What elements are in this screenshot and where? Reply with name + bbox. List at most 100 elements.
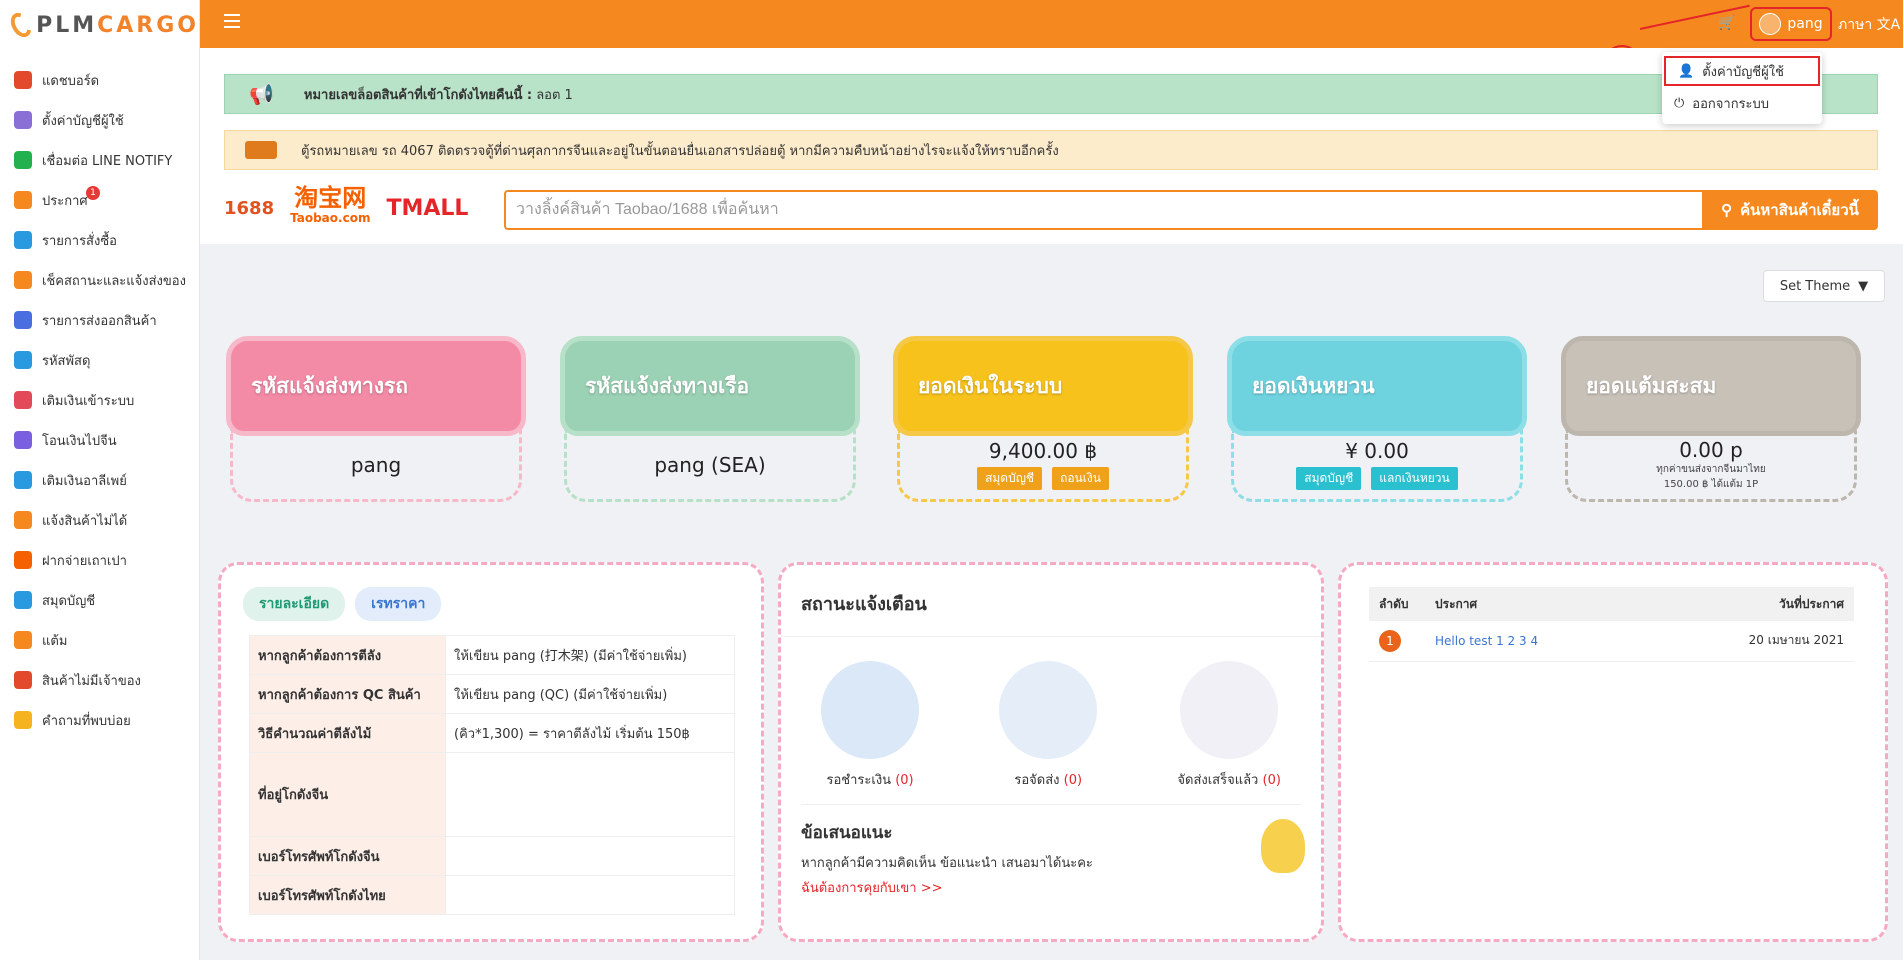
search-button[interactable]: ⚲ ค้นหาสินค้าเดี๋ยวนี้ (1702, 190, 1878, 230)
card-banner: ยอดเงินหยวน (1227, 336, 1527, 436)
sidebar-item-0[interactable]: แดชบอร์ด (0, 60, 199, 100)
sidebar-item-1[interactable]: ตั้งค่าบัญชีผู้ใช้ (0, 100, 199, 140)
suggest-title: ข้อเสนอแนะ (801, 823, 893, 843)
status-title: สถานะแจ้งเตือน (801, 594, 927, 615)
card-illustration (1084, 333, 1184, 433)
sidebar-item-label: สมุดบัญชี (42, 593, 96, 609)
line-icon (14, 151, 32, 169)
account-settings-item[interactable]: 👤 ตั้งค่าบัญชีผู้ใช้ (1664, 56, 1820, 86)
language-button[interactable]: ภาษา 文A (1838, 14, 1900, 36)
card-body: 0.00 p ทุกค่าขนส่งจากจีนมาไทย 150.00 ฿ ได้… (1565, 430, 1857, 502)
suggest-link[interactable]: ฉันต้องการคุยกับเขา >> (801, 877, 1321, 898)
sidebar-item-16[interactable]: คำถามที่พบบ่อย (0, 700, 199, 740)
sidebar-item-label: ฝากจ่ายเถาเปา (42, 553, 127, 569)
coin-icon (14, 631, 32, 649)
card-btn-book[interactable]: สมุดบัญชี (1296, 467, 1362, 490)
brand-1688[interactable]: 1688 (224, 198, 274, 219)
set-theme-button[interactable]: Set Theme ▼ (1763, 270, 1885, 302)
sidebar-item-label: โอนเงินไปจีน (42, 433, 117, 449)
detail-value (445, 752, 735, 837)
news-date: 20 เมษายน 2021 (1646, 621, 1854, 662)
caret-down-icon: ▼ (1858, 278, 1869, 294)
search-input[interactable] (504, 190, 1702, 230)
sidebar-item-6[interactable]: รายการส่งออกสินค้า (0, 300, 199, 340)
sidebar-item-5[interactable]: เช็คสถานะและแจ้งส่งของ (0, 260, 199, 300)
detail-value: ให้เขียน pang (QC) (มีค่าใช้จ่ายเพิ่ม) (445, 674, 735, 714)
sidebar-item-13[interactable]: สมุดบัญชี (0, 580, 199, 620)
sidebar-item-label: รหัสพัสดุ (42, 353, 91, 369)
sidebar-item-7[interactable]: รหัสพัสดุ (0, 340, 199, 380)
taobao-icon (14, 551, 32, 569)
sidebar-item-11[interactable]: แจ้งสินค้าไม่ได้ (0, 500, 199, 540)
sidebar-item-10[interactable]: เติมเงินอาลีเพย์ (0, 460, 199, 500)
status-item-2[interactable]: จัดส่งเสร็จแล้ว (0) (1177, 661, 1281, 790)
sidebar-item-label: แจ้งสินค้าไม่ได้ (42, 513, 128, 529)
status-illustration (1180, 661, 1279, 759)
news-link[interactable]: Hello test 1 2 3 4 (1425, 621, 1647, 662)
sidebar-item-4[interactable]: รายการสั่งซื้อ (0, 220, 199, 260)
col-title: ประกาศ (1425, 587, 1647, 621)
cart-icon[interactable]: 🛒 (1718, 15, 1735, 31)
username: pang (1787, 16, 1823, 32)
card-value: pang (350, 452, 402, 477)
table-row[interactable]: 1 Hello test 1 2 3 4 20 เมษายน 2021 (1369, 621, 1854, 662)
sidebar-item-label: เติมเงินเข้าระบบ (42, 393, 135, 409)
user-settings-icon (14, 111, 32, 129)
card-btn-action[interactable]: ถอนเงิน (1052, 467, 1109, 490)
sidebar-item-15[interactable]: สินค้าไม่มีเจ้าของ (0, 660, 199, 700)
sidebar-item-8[interactable]: เติมเงินเข้าระบบ (0, 380, 199, 420)
header-section: 📢 หมายเลขล็อตสินค้าที่เข้าโกดังไทยคืนนี้… (200, 48, 1903, 244)
card-btn-book[interactable]: สมุดบัญชี (977, 467, 1043, 490)
book-icon (14, 591, 32, 609)
detail-key: เบอร์โทรศัพท์โกดังจีน (249, 836, 446, 876)
card-note: ทุกค่าขนส่งจากจีนมาไทย 150.00 ฿ ได้แต้ม 1… (1656, 463, 1766, 490)
summary-card-3: ยอดเงินหยวน ¥ 0.00 สมุดบัญชี แลกเงินหยวน (1227, 330, 1527, 506)
status-item-0[interactable]: รอชำระเงิน (0) (821, 661, 920, 790)
detail-row: ที่อยู่โกดังจีน (249, 752, 735, 837)
brand-tmall[interactable]: TMALL (386, 196, 468, 221)
card-btn-action[interactable]: แลกเงินหยวน (1371, 467, 1458, 490)
sidebar-item-2[interactable]: เชื่อมต่อ LINE NOTIFY (0, 140, 199, 180)
menu-toggle-icon[interactable] (224, 14, 240, 28)
notification-badge: 1 (86, 186, 100, 200)
brand-taobao[interactable]: 淘宝网 Taobao.com (290, 186, 370, 228)
detail-value (445, 875, 735, 915)
detail-row: เบอร์โทรศัพท์โกดังไทย (249, 875, 735, 915)
user-menu-button[interactable]: pang (1750, 7, 1832, 41)
brand-logos: 1688 淘宝网 Taobao.com TMALL (224, 186, 468, 228)
status-row: รอชำระเงิน (0) รอจัดส่ง (0) จัดส่งเสร็จแล้… (781, 661, 1321, 790)
megaphone-icon (14, 191, 32, 209)
card-banner: รหัสแจ้งส่งทางรถ (226, 336, 526, 436)
logo[interactable]: PLMCARGO (0, 0, 199, 50)
detail-key: หากลูกค้าต้องการ QC สินค้า (249, 674, 446, 714)
megaphone-icon: 📢 (249, 82, 274, 106)
sidebar-item-9[interactable]: โอนเงินไปจีน (0, 420, 199, 460)
summary-card-2: ยอดเงินในระบบ 9,400.00 ฿สมุดบัญชี ถอนเงิน (893, 330, 1193, 506)
card-body: pang (230, 430, 522, 502)
tab-rates[interactable]: เรทราคา (355, 587, 442, 621)
warning-icon (14, 511, 32, 529)
sidebar-item-label: เชื่อมต่อ LINE NOTIFY (42, 153, 173, 169)
logout-item[interactable]: ⏻ ออกจากระบบ (1662, 86, 1822, 120)
sidebar-item-label: เติมเงินอาลีเพย์ (42, 473, 127, 489)
question-icon (14, 711, 32, 729)
avatar (1759, 13, 1782, 35)
detail-row: หากลูกค้าต้องการตีลัง ให้เขียน pang (打木架)… (249, 635, 735, 675)
sidebar-item-3[interactable]: ประกาศ 1 (0, 180, 199, 220)
logo-icon (6, 9, 36, 41)
details-panel: รายละเอียด เรทราคา หากลูกค้าต้องการตีลัง… (218, 562, 764, 942)
sidebar-item-14[interactable]: แต้ม (0, 620, 199, 660)
sidebar-menu: แดชบอร์ดตั้งค่าบัญชีผู้ใช้เชื่อมต่อ LINE… (0, 60, 199, 740)
yuan-icon (14, 431, 32, 449)
card-body: pang (SEA) (564, 430, 856, 502)
card-illustration (1752, 333, 1852, 433)
user-dropdown: 👤 ตั้งค่าบัญชีผู้ใช้ ⏻ ออกจากระบบ (1662, 52, 1822, 124)
row-number: 1 (1379, 629, 1401, 652)
card-value: 9,400.00 ฿ (988, 439, 1098, 463)
logo-text: PLMCARGO (36, 12, 199, 38)
sidebar-item-label: ประกาศ (42, 193, 88, 209)
status-item-1[interactable]: รอจัดส่ง (0) (999, 661, 1098, 790)
sidebar-item-12[interactable]: ฝากจ่ายเถาเปา (0, 540, 199, 580)
sidebar-item-label: ตั้งค่าบัญชีผู้ใช้ (42, 113, 124, 129)
tab-details[interactable]: รายละเอียด (243, 587, 346, 621)
